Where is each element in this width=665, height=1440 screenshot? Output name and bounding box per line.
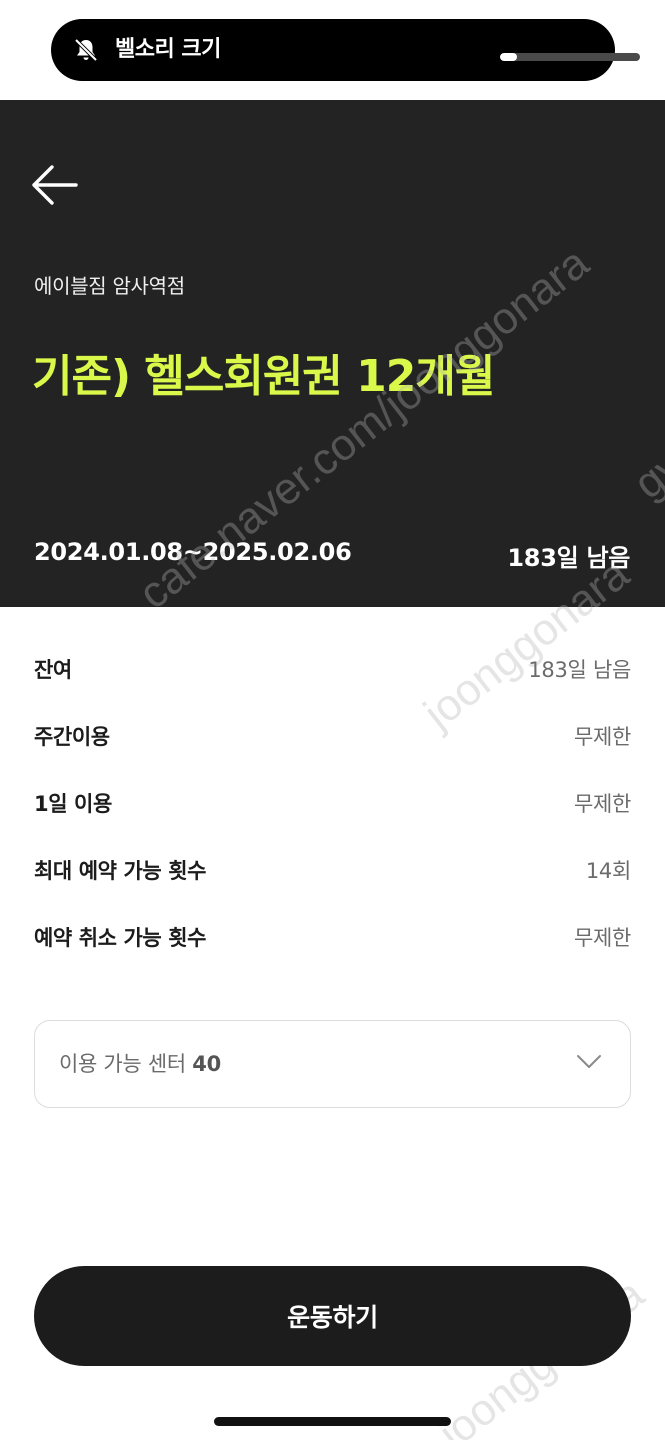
info-value: 14회 — [585, 858, 631, 883]
volume-hud: 벨소리 크기 — [51, 19, 640, 81]
info-row-weekly-use: 주간이용 무제한 — [34, 702, 631, 769]
available-centers-label: 이용 가능 센터 40 — [59, 1021, 221, 1107]
membership-detail-screen: 벨소리 크기 에이블짐 암사역점 기존) 헬스회원권 12개월 2024.01.… — [0, 0, 665, 1440]
info-label: 주간이용 — [34, 724, 110, 749]
start-workout-button[interactable]: 운동하기 — [34, 1266, 631, 1366]
info-label: 최대 예약 가능 횟수 — [34, 858, 207, 883]
info-row-remaining: 잔여 183일 남음 — [34, 635, 631, 702]
info-label: 1일 이용 — [34, 791, 112, 816]
info-label: 예약 취소 가능 횟수 — [34, 925, 207, 950]
membership-period: 2024.01.08~2025.02.06 — [34, 538, 352, 566]
info-value: 183일 남음 — [528, 657, 631, 682]
info-value: 무제한 — [573, 925, 631, 950]
home-indicator[interactable] — [214, 1417, 451, 1426]
gym-name: 에이블짐 암사역점 — [34, 274, 185, 298]
plan-title: 기존) 헬스회원권 12개월 — [32, 351, 495, 402]
info-row-cancel-reservations: 예약 취소 가능 횟수 무제한 — [34, 903, 631, 970]
available-centers-dropdown[interactable]: 이용 가능 센터 40 — [34, 1020, 631, 1108]
info-value: 무제한 — [573, 724, 631, 749]
info-row-daily-use: 1일 이용 무제한 — [34, 769, 631, 836]
back-arrow-icon[interactable] — [30, 163, 80, 207]
volume-label: 벨소리 크기 — [115, 37, 221, 62]
info-value: 무제한 — [573, 791, 631, 816]
volume-level-fill — [500, 53, 517, 61]
volume-slider[interactable] — [500, 53, 640, 61]
available-centers-text: 이용 가능 센터 — [59, 1052, 186, 1076]
membership-info-list: 잔여 183일 남음 주간이용 무제한 1일 이용 무제한 최대 예약 가능 횟… — [34, 635, 631, 970]
remaining-days: 183일 남음 — [507, 544, 630, 572]
watermark-text: gvi — [625, 435, 665, 509]
info-label: 잔여 — [34, 657, 72, 682]
bell-muted-icon — [74, 38, 98, 62]
available-centers-count: 40 — [192, 1052, 221, 1076]
membership-header: 에이블짐 암사역점 기존) 헬스회원권 12개월 2024.01.08~2025… — [0, 100, 665, 739]
info-row-max-reservations: 최대 예약 가능 횟수 14회 — [34, 836, 631, 903]
chevron-down-icon — [577, 1055, 601, 1068]
